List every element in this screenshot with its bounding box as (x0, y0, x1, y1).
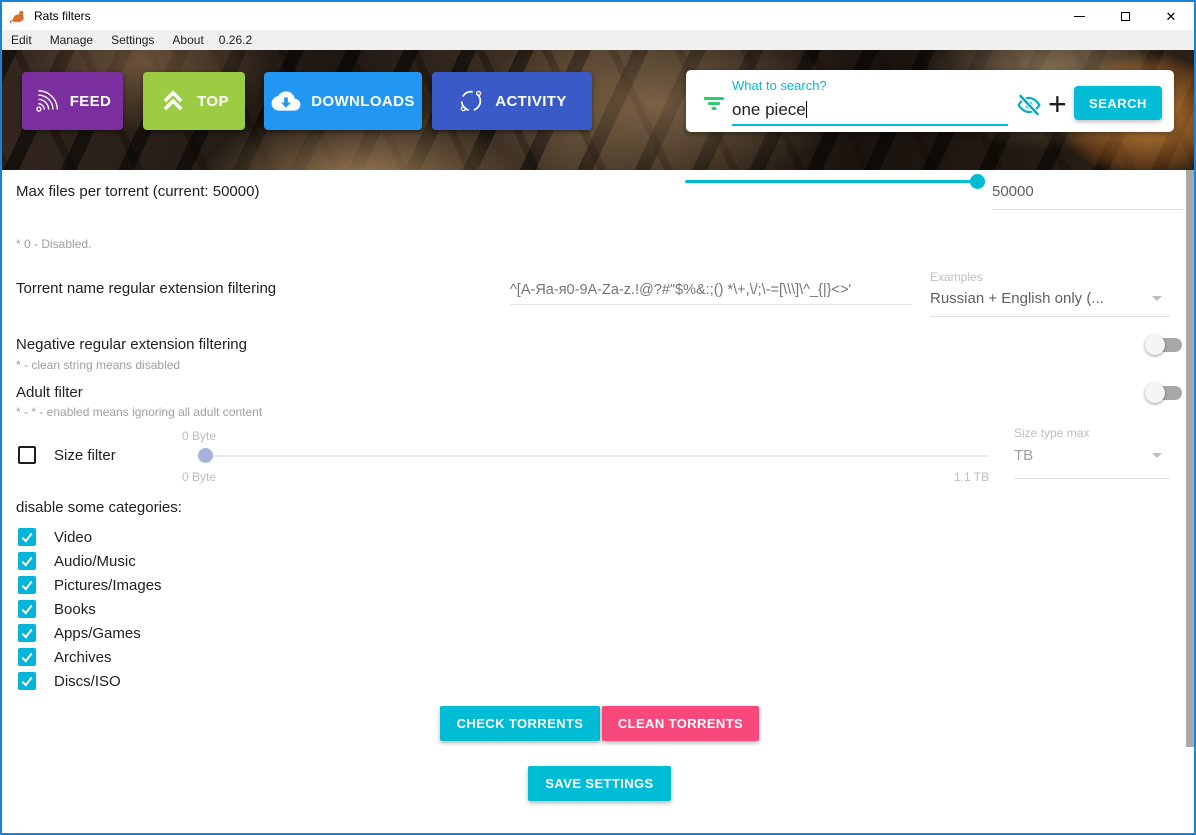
size-min-label: 0 Byte (182, 470, 216, 484)
category-label: Pictures/Images (54, 577, 162, 594)
category-checkbox[interactable] (18, 528, 36, 546)
downloads-button[interactable]: DOWNLOADS (264, 72, 422, 130)
menu-about[interactable]: About (163, 33, 212, 47)
category-label: Archives (54, 649, 112, 666)
category-checkbox[interactable] (18, 600, 36, 618)
regex-label: Torrent name regular extension filtering (16, 280, 276, 297)
toggle-knob (1145, 383, 1165, 403)
regex-input[interactable]: ^[А-Яа-я0-9A-Za-z.!@?#"$%&:;() *\+,\/;\-… (510, 282, 912, 305)
header: FEED TOP DOWNLOADS (2, 50, 1194, 170)
search-label: What to search? (732, 78, 827, 93)
size-filter-slider[interactable] (197, 448, 990, 463)
category-label: Books (54, 601, 96, 618)
size-type-dropdown-arrow[interactable] (1152, 453, 1162, 458)
scrollbar[interactable] (1185, 170, 1194, 833)
chevrons-up-icon (159, 87, 187, 115)
title-bar: Rats filters ✕ (2, 2, 1194, 30)
menu-settings[interactable]: Settings (102, 33, 163, 47)
maximize-button[interactable] (1102, 2, 1148, 30)
close-button[interactable]: ✕ (1148, 2, 1194, 30)
category-row: Audio/Music (18, 552, 136, 570)
version-label: 0.26.2 (213, 33, 258, 47)
examples-dropdown[interactable]: Russian + English only (... (930, 290, 1145, 307)
category-row: Video (18, 528, 92, 546)
clean-torrents-button[interactable]: CLEAN TORRENTS (602, 706, 759, 741)
cloud-download-icon (271, 89, 301, 113)
scrollbar-thumb[interactable] (1186, 170, 1194, 747)
negative-regex-hint: * - clean string means disabled (16, 358, 180, 372)
menu-bar: Edit Manage Settings About 0.26.2 (2, 30, 1194, 50)
category-label: Apps/Games (54, 625, 141, 642)
category-row: Books (18, 600, 96, 618)
toggle-knob (1145, 335, 1165, 355)
menu-manage[interactable]: Manage (41, 33, 102, 47)
feed-button-label: FEED (70, 93, 112, 110)
filter-icon (704, 97, 724, 111)
max-files-hint: * 0 - Disabled. (16, 237, 91, 251)
negative-regex-label: Negative regular extension filtering (16, 336, 247, 353)
text-caret (806, 101, 807, 118)
window-title: Rats filters (34, 9, 91, 23)
adult-filter-label: Adult filter (16, 384, 83, 401)
size-max-label: 1.1 TB (954, 470, 989, 484)
size-filter-checkbox[interactable] (18, 446, 36, 464)
search-card: What to search? one piece + SEARCH (686, 70, 1174, 132)
category-checkbox[interactable] (18, 576, 36, 594)
category-label: Audio/Music (54, 553, 136, 570)
negative-regex-toggle[interactable] (1148, 338, 1182, 352)
activity-button[interactable]: ACTIVITY (432, 72, 592, 130)
downloads-button-label: DOWNLOADS (311, 93, 415, 110)
activity-button-label: ACTIVITY (495, 93, 567, 110)
category-checkbox[interactable] (18, 624, 36, 642)
save-settings-button[interactable]: SAVE SETTINGS (528, 766, 671, 801)
minimize-button[interactable] (1056, 2, 1102, 30)
add-search-icon[interactable]: + (1048, 82, 1067, 126)
category-row: Archives (18, 648, 112, 666)
category-checkbox[interactable] (18, 648, 36, 666)
app-window: Rats filters ✕ Edit Manage Settings Abou… (0, 0, 1196, 835)
size-type-label: Size type max (1014, 426, 1089, 440)
categories-heading: disable some categories: (16, 499, 182, 516)
top-button[interactable]: TOP (143, 72, 245, 130)
menu-edit[interactable]: Edit (2, 33, 41, 47)
top-button-label: TOP (197, 93, 229, 110)
search-button[interactable]: SEARCH (1074, 86, 1162, 120)
minimize-icon (1074, 16, 1085, 17)
rat-app-icon (10, 9, 27, 24)
category-checkbox[interactable] (18, 672, 36, 690)
max-files-slider[interactable] (685, 174, 985, 189)
category-label: Video (54, 529, 92, 546)
category-row: Apps/Games (18, 624, 141, 642)
settings-panel: Max files per torrent (current: 50000) 5… (2, 170, 1194, 833)
examples-label: Examples (930, 270, 983, 284)
close-icon: ✕ (1166, 10, 1177, 23)
search-value: one piece (732, 100, 806, 119)
feed-icon (34, 88, 60, 114)
eye-off-icon[interactable] (1016, 92, 1042, 118)
slider-thumb[interactable] (970, 174, 985, 189)
category-label: Discs/ISO (54, 673, 121, 690)
size-type-dropdown[interactable]: TB (1014, 447, 1033, 464)
category-checkbox[interactable] (18, 552, 36, 570)
check-torrents-button[interactable]: CHECK TORRENTS (440, 706, 600, 741)
examples-dropdown-arrow[interactable] (1152, 296, 1162, 301)
category-row: Discs/ISO (18, 672, 121, 690)
maximize-icon (1121, 12, 1130, 21)
slider-thumb[interactable] (198, 448, 213, 463)
category-row: Pictures/Images (18, 576, 162, 594)
adult-filter-toggle[interactable] (1148, 386, 1182, 400)
max-files-label: Max files per torrent (current: 50000) (16, 183, 259, 200)
search-input[interactable]: one piece (732, 96, 1008, 126)
adult-filter-hint: * - * - enabled means ignoring all adult… (16, 405, 262, 419)
size-current-label: 0 Byte (182, 429, 216, 443)
feed-button[interactable]: FEED (22, 72, 123, 130)
activity-sync-icon (457, 87, 485, 115)
max-files-input[interactable]: 50000 (992, 183, 1034, 200)
size-filter-label: Size filter (54, 447, 116, 464)
